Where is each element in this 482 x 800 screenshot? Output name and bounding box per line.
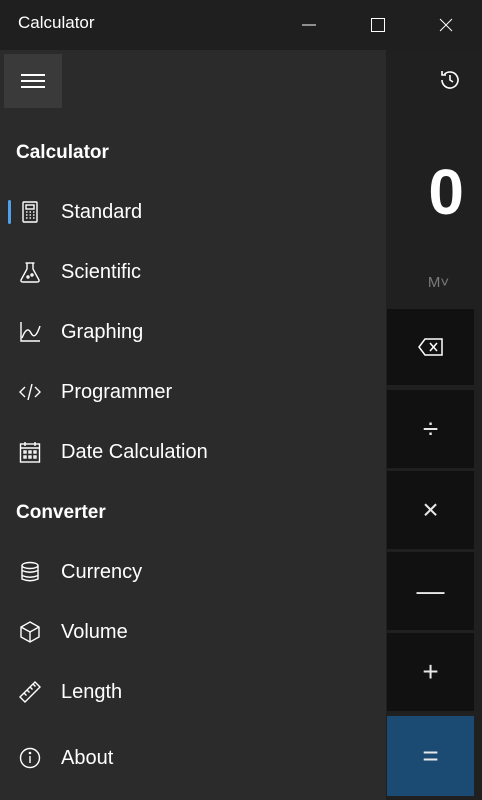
nav-item-volume[interactable]: Volume (4, 604, 384, 660)
divide-button[interactable]: ÷ (387, 390, 474, 468)
info-icon (18, 746, 42, 770)
standard-calculator-icon (18, 200, 42, 224)
currency-icon (18, 560, 42, 584)
about-label: About (61, 746, 114, 769)
calendar-icon (18, 440, 42, 464)
nav-item-programmer[interactable]: Programmer (4, 364, 384, 420)
close-button[interactable] (412, 2, 480, 48)
backspace-icon (417, 338, 443, 356)
backspace-button[interactable] (387, 309, 474, 385)
equals-button[interactable]: = (387, 716, 474, 796)
flask-icon (18, 260, 42, 284)
minimize-button[interactable] (275, 2, 342, 48)
history-button[interactable] (421, 52, 479, 108)
selection-indicator (8, 200, 11, 224)
code-icon (18, 380, 42, 404)
multiply-button[interactable]: × (387, 471, 474, 549)
nav-item-label: Volume (61, 620, 128, 643)
nav-item-label: Graphing (61, 320, 144, 343)
volume-cube-icon (18, 620, 42, 644)
hamburger-icon (21, 80, 45, 82)
minimize-icon (301, 24, 316, 26)
title-bar: Calculator (0, 0, 482, 50)
hamburger-menu-button[interactable] (4, 54, 62, 108)
nav-item-length[interactable]: Length (4, 664, 384, 720)
history-icon (441, 71, 459, 89)
minus-button[interactable]: — (387, 552, 474, 630)
nav-item-about[interactable]: About (4, 730, 384, 786)
close-icon (439, 18, 453, 32)
nav-item-date-calculation[interactable]: Date Calculation (4, 424, 384, 480)
nav-item-currency[interactable]: Currency (4, 544, 384, 600)
nav-item-label: Scientific (61, 260, 142, 283)
nav-item-label: Programmer (61, 380, 173, 403)
nav-item-label: Date Calculation (61, 440, 208, 463)
nav-item-scientific[interactable]: Scientific (4, 244, 384, 300)
nav-item-label: Standard (61, 200, 143, 223)
nav-item-label: Currency (61, 560, 143, 583)
window-title: Calculator (18, 13, 95, 32)
section-header-converter: Converter (16, 502, 106, 523)
memory-button[interactable]: M˅ (401, 259, 476, 305)
maximize-icon (370, 18, 385, 32)
graph-icon (18, 320, 42, 344)
display-value: 0 (428, 156, 464, 228)
nav-item-label: Length (61, 680, 123, 703)
nav-item-standard[interactable]: Standard (4, 184, 384, 240)
nav-item-graphing[interactable]: Graphing (4, 304, 384, 360)
ruler-icon (18, 680, 42, 704)
maximize-button[interactable] (344, 2, 411, 48)
plus-button[interactable]: + (387, 633, 474, 711)
section-header-calculator: Calculator (16, 142, 109, 163)
